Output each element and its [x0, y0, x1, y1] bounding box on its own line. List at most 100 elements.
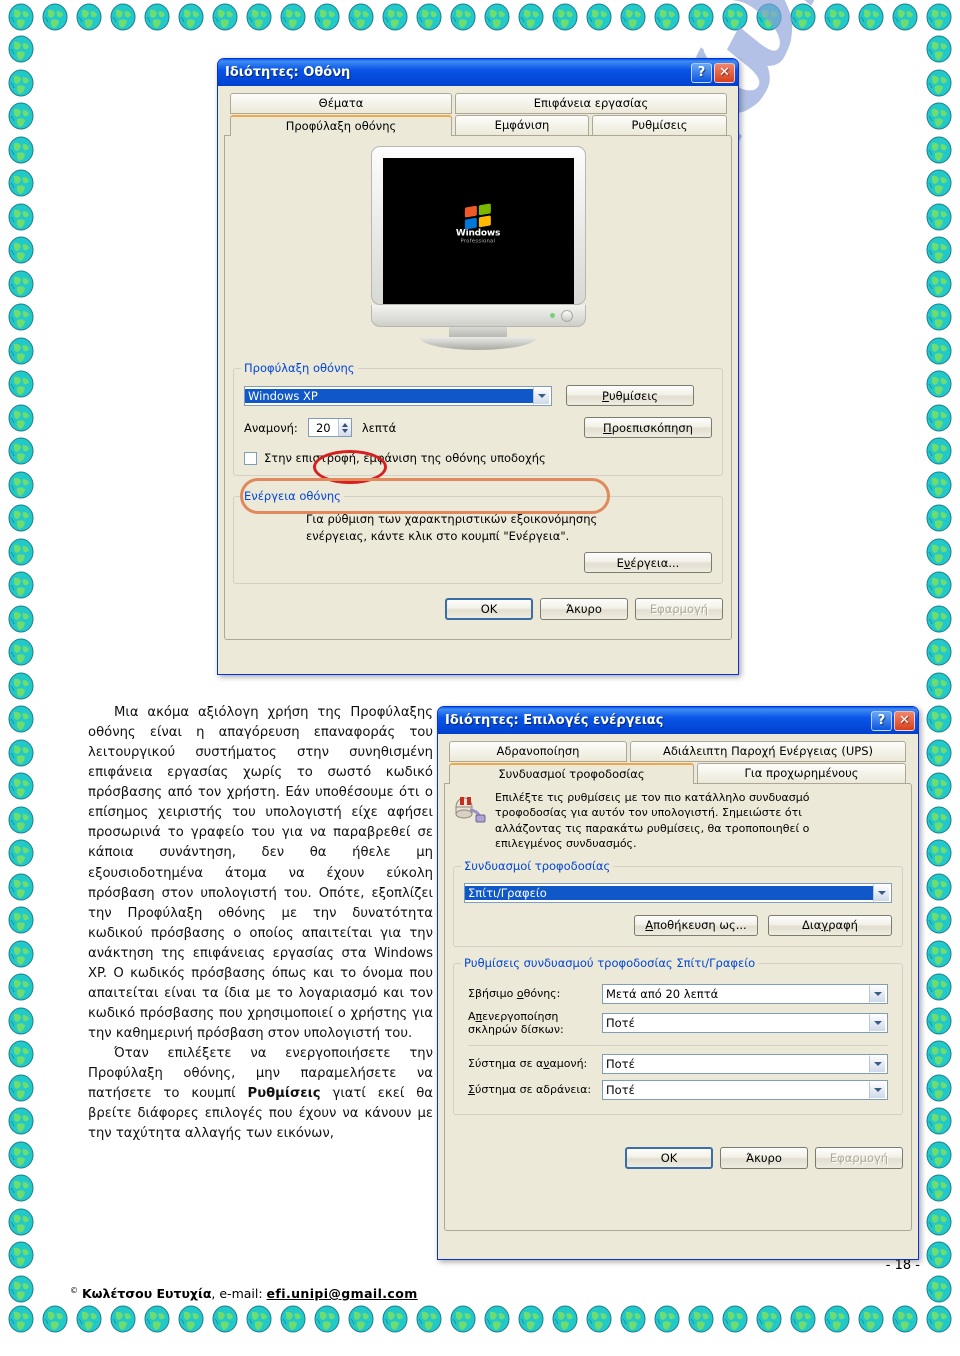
- monitor-power-desc-line2: ενέργειας, κάντε κλικ στο κουμπί "Ενέργε…: [306, 528, 570, 543]
- globe-icon: [584, 2, 614, 32]
- tab-desktop[interactable]: Επιφάνεια εργασίας: [455, 93, 727, 114]
- power-schemes-group-label: Συνδυασμοί τροφοδοσίας: [461, 858, 614, 873]
- settings-divider: [468, 1045, 888, 1047]
- close-icon[interactable]: ✕: [894, 710, 915, 731]
- screensaver-settings-button[interactable]: Ρυθμίσεις: [566, 385, 694, 406]
- turn-off-disks-combo[interactable]: Ποτέ: [602, 1013, 888, 1034]
- globe-icon: [6, 101, 36, 131]
- globe-icon: [652, 2, 682, 32]
- display-dialog-body: Θέματα Επιφάνεια εργασίας Προφύλαξη οθόν…: [218, 86, 738, 647]
- tab-ups[interactable]: Αδιάλειπτη Παροχή Ενέργειας (UPS): [630, 741, 906, 762]
- globe-icon: [924, 738, 954, 768]
- power-dialog-titlebar[interactable]: Ιδιότητες: Επιλογές ενέργειας ? ✕: [438, 707, 918, 734]
- globe-icon: [652, 1304, 682, 1334]
- display-tabrow-bottom: Προφύλαξη οθόνης Εμφάνιση Ρυθμίσεις: [224, 115, 732, 136]
- globe-icon: [924, 1274, 954, 1304]
- monitor-case: Windows Professional: [370, 146, 586, 305]
- resume-welcome-checkbox[interactable]: [244, 451, 257, 465]
- globe-icon: [924, 336, 954, 366]
- power-tabstrip: Αδρανοποίηση Αδιάλειπτη Παροχή Ενέργειας…: [444, 741, 912, 1231]
- save-scheme-as-button[interactable]: Αποθήκευση ως...: [634, 914, 758, 936]
- display-dialog-buttons: OK Άκυρο Εφαρμογή: [225, 590, 731, 622]
- globe-icon: [924, 671, 954, 701]
- globe-icon: [6, 369, 36, 399]
- turn-off-monitor-combo[interactable]: Μετά από 20 λεπτά: [602, 983, 888, 1004]
- screensaver-preview-button[interactable]: Προεπισκόπηση: [584, 417, 712, 438]
- chevron-down-icon[interactable]: [873, 883, 890, 902]
- globe-icon: [924, 1240, 954, 1270]
- globe-icon: [6, 1006, 36, 1036]
- globe-icon: [6, 537, 36, 567]
- tab-power-schemes[interactable]: Συνδυασμοί τροφοδοσίας: [449, 763, 694, 784]
- globe-icon: [924, 838, 954, 868]
- chevron-down-icon[interactable]: [869, 1055, 886, 1074]
- globe-icon: [924, 637, 954, 667]
- globe-icon: [6, 771, 36, 801]
- power-options-button[interactable]: Εν έργεια...: [584, 552, 712, 574]
- close-icon[interactable]: ✕: [714, 62, 735, 83]
- chevron-down-icon[interactable]: [869, 1081, 886, 1100]
- globe-icon: [346, 1304, 376, 1334]
- globe-icon: [822, 2, 852, 32]
- power-desc-line-3: αλλάζοντας τις παρακάτω ρυθμίσεις, θα τρ…: [495, 821, 810, 835]
- display-properties-dialog[interactable]: Ιδιότητες: Οθόνη ? ✕ Θέματα Επιφάνεια ερ…: [217, 58, 739, 675]
- globe-icon: [924, 34, 954, 64]
- page-number: - 18 -: [885, 1258, 920, 1273]
- globe-icon: [414, 2, 444, 32]
- globe-icon: [6, 470, 36, 500]
- power-scheme-description: Επιλέξτε τις ρυθμίσεις με τον πιο κατάλλ…: [445, 784, 911, 854]
- chevron-down-icon[interactable]: [869, 984, 886, 1003]
- globe-icon: [924, 939, 954, 969]
- power-scheme-combo[interactable]: Σπίτι/Γραφείο: [464, 882, 892, 903]
- article-paragraph-1: Μια ακόμα αξιόλογη χρήση της Προφύλαξης …: [88, 705, 433, 1041]
- tab-advanced[interactable]: Για προχωρημένους: [697, 763, 906, 784]
- monitor-preview: Windows Professional: [225, 136, 731, 354]
- tab-hibernate[interactable]: Αδρανοποίηση: [449, 741, 627, 762]
- tab-appearance[interactable]: Εμφάνιση: [455, 115, 589, 136]
- ok-button[interactable]: OK: [445, 598, 533, 621]
- system-standby-value: Ποτέ: [606, 1057, 635, 1072]
- globe-icon: [924, 403, 954, 433]
- chevron-down-icon[interactable]: [533, 386, 550, 405]
- power-scheme-combo-value: Σπίτι/Γραφείο: [465, 885, 873, 900]
- display-dialog-title: Ιδιότητες: Οθόνη: [225, 65, 351, 80]
- globe-icon: [924, 168, 954, 198]
- ok-button[interactable]: OK: [625, 1147, 713, 1170]
- globe-icon: [924, 604, 954, 634]
- globe-icon: [312, 1304, 342, 1334]
- delete-scheme-button[interactable]: Δια γ ραφή: [768, 914, 892, 936]
- globe-icon: [856, 1304, 886, 1334]
- tab-screensaver[interactable]: Προφύλαξη οθόνης: [230, 115, 452, 136]
- chevron-down-icon[interactable]: [869, 1014, 886, 1033]
- cancel-button[interactable]: Άκυρο: [540, 598, 628, 621]
- resume-welcome-row[interactable]: Στην επιστροφή, εμφάνιση της οθόνης υποδ…: [244, 451, 712, 465]
- monitor-power-group-label: Ενέργεια οθόνης: [241, 489, 344, 503]
- system-standby-combo[interactable]: Ποτέ: [602, 1054, 888, 1075]
- globe-icon: [244, 1304, 274, 1334]
- globe-icon: [924, 972, 954, 1002]
- tab-themes[interactable]: Θέματα: [230, 93, 452, 114]
- globe-icon: [924, 269, 954, 299]
- globe-icon: [6, 1274, 36, 1304]
- globe-icon: [6, 68, 36, 98]
- display-tabstrip: Θέματα Επιφάνεια εργασίας Προφύλαξη οθόν…: [224, 93, 732, 640]
- cancel-button[interactable]: Άκυρο: [720, 1147, 808, 1170]
- tab-settings[interactable]: Ρυθμίσεις: [592, 115, 727, 136]
- wait-minutes-stepper[interactable]: 20: [307, 418, 352, 437]
- stepper-arrows-icon[interactable]: [337, 419, 351, 436]
- system-hibernate-combo[interactable]: Ποτέ: [602, 1080, 888, 1101]
- display-dialog-titlebar[interactable]: Ιδιότητες: Οθόνη ? ✕: [218, 59, 738, 86]
- globe-icon: [448, 2, 478, 32]
- help-icon[interactable]: ?: [691, 62, 712, 83]
- decorative-border-top: [6, 2, 954, 32]
- globe-icon: [618, 1304, 648, 1334]
- globe-icon: [924, 537, 954, 567]
- globe-icon: [414, 1304, 444, 1334]
- power-options-dialog[interactable]: Ιδιότητες: Επιλογές ενέργειας ? ✕ Αδρανο…: [437, 706, 919, 1260]
- globe-icon: [924, 1304, 954, 1334]
- globe-icon: [924, 369, 954, 399]
- help-icon[interactable]: ?: [871, 710, 892, 731]
- screensaver-combo-value: Windows XP: [245, 388, 533, 403]
- page-footer: © Κωλέτσου Ευτυχία, e-mail: efi.unipi@gm…: [70, 1286, 418, 1301]
- screensaver-combo[interactable]: Windows XP: [244, 385, 552, 406]
